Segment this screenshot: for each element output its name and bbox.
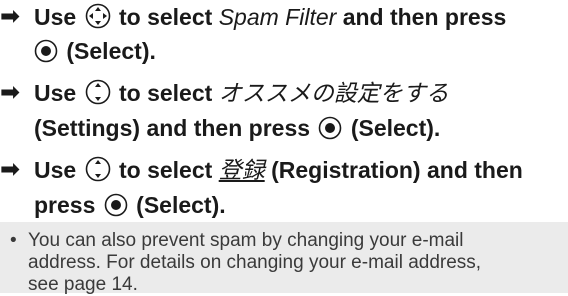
note-line-2: address. For details on changing your e-… xyxy=(28,252,482,273)
dpad-up-down-icon xyxy=(85,79,110,105)
step-2-text-use: Use xyxy=(34,80,77,106)
step-3-target: 登録 xyxy=(218,158,265,184)
step-2-line-2: (Settings) and then press (Select). xyxy=(34,111,568,145)
step-3-text-select: (Select). xyxy=(136,192,226,218)
step-3-text-registration: (Registration) and then xyxy=(271,157,523,183)
select-button-icon xyxy=(319,116,342,140)
note-line-1: You can also prevent spam by changing yo… xyxy=(28,230,464,251)
step-1: ➡ Use to select Spam Filter and then pre… xyxy=(0,0,568,68)
arrow-right-icon: ➡ xyxy=(0,3,21,30)
step-2-target: オススメの設定をする xyxy=(218,81,449,107)
step-2-text-select: (Select). xyxy=(350,115,441,141)
bullet-icon: • xyxy=(10,230,17,251)
step-1-line-2: (Select). xyxy=(34,34,568,68)
note-item: • You can also prevent spam by changing … xyxy=(0,222,568,296)
step-1-text-to-select: to select xyxy=(118,4,213,30)
step-1-text-select: (Select). xyxy=(66,38,156,64)
note-box: • You can also prevent spam by changing … xyxy=(0,222,568,296)
arrow-right-icon: ➡ xyxy=(0,156,21,183)
steps-list: ➡ Use to select Spam Filter and then pre… xyxy=(0,0,568,230)
step-3-line-2: press (Select). xyxy=(34,188,568,222)
step-3-text-to-select: to select xyxy=(118,157,213,183)
step-2-line-1: Use to select オススメの設定をする xyxy=(34,76,568,111)
step-2-text-settings: (Settings) and then press xyxy=(34,115,311,141)
step-3-text-use: Use xyxy=(34,157,77,183)
step-2-text-to-select: to select xyxy=(118,80,213,106)
select-button-icon xyxy=(34,39,58,63)
step-1-target: Spam Filter xyxy=(218,4,337,30)
select-button-icon xyxy=(104,193,128,217)
step-1-line-1: Use to select Spam Filter and then press xyxy=(34,0,568,34)
step-3-text-press: press xyxy=(34,192,96,218)
arrow-right-icon: ➡ xyxy=(0,79,21,106)
step-2: ➡ Use to select オススメの設定をする (Settings) an… xyxy=(0,76,568,145)
step-1-text-then-press: and then press xyxy=(342,4,507,30)
step-1-text-use: Use xyxy=(34,4,77,30)
step-3-line-1: Use to select 登録 (Registration) and then xyxy=(34,153,568,188)
step-3: ➡ Use to select 登録 (Registration) and th… xyxy=(0,153,568,222)
dpad-four-way-icon xyxy=(85,3,110,29)
dpad-up-down-icon xyxy=(85,156,110,182)
